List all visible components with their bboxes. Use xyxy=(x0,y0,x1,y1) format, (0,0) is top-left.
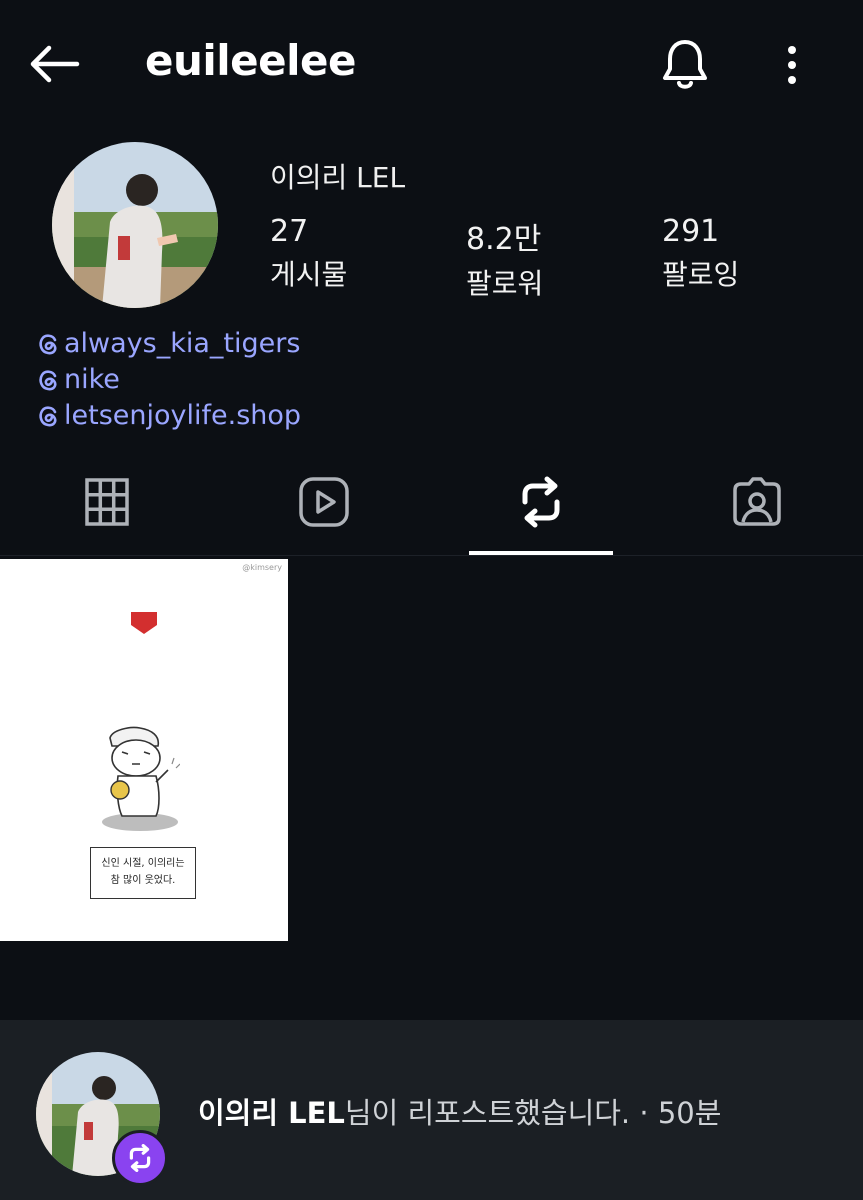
avatar-photo xyxy=(52,142,218,308)
repost-badge xyxy=(112,1130,168,1186)
grid-icon xyxy=(85,478,129,526)
bell-icon xyxy=(663,40,707,89)
tiger-mascot-illustration xyxy=(102,726,180,831)
threads-icon xyxy=(39,405,57,426)
tab-tagged[interactable] xyxy=(722,467,792,537)
bio-link-letsenjoylife-shop[interactable]: letsenjoylife.shop xyxy=(36,400,301,431)
stat-followers[interactable]: 8.2만 팔로워 xyxy=(466,214,543,302)
bio-link-text: always_kia_tigers xyxy=(64,328,301,359)
repost-action-text: 님이 리포스트했습니다. xyxy=(344,1096,631,1130)
following-count: 291 xyxy=(662,214,720,249)
bio-link-text: letsenjoylife.shop xyxy=(64,400,302,431)
tab-posts-grid[interactable] xyxy=(72,467,142,537)
home-plate-icon xyxy=(131,612,157,634)
bio-link-always-kia-tigers[interactable]: always_kia_tigers xyxy=(36,328,300,359)
repost-notice-text: 이의리 LEL님이 리포스트했습니다. · 50분 xyxy=(198,1090,721,1132)
tagged-icon xyxy=(733,477,781,526)
threads-icon xyxy=(39,333,57,354)
more-options-button[interactable] xyxy=(772,36,812,94)
active-tab-indicator xyxy=(469,551,613,555)
threads-icon xyxy=(39,369,57,390)
more-vertical-icon xyxy=(788,46,796,84)
post-caption-box: 신인 시절, 이의리는 참 많이 웃었다. xyxy=(90,847,196,899)
repost-icon xyxy=(129,1144,151,1172)
post-caption-line2: 참 많이 웃었다. xyxy=(110,875,176,886)
posts-label: 게시물 xyxy=(270,258,348,291)
followers-count: 8.2만 xyxy=(466,222,542,257)
posts-count: 27 xyxy=(270,214,309,249)
profile-username: euileelee xyxy=(145,36,357,85)
back-button[interactable] xyxy=(22,34,86,94)
post-caption-line1: 신인 시절, 이의리는 xyxy=(101,858,185,869)
stat-following[interactable]: 291 팔로잉 xyxy=(662,214,739,293)
bio-link-text: nike xyxy=(64,364,120,395)
post-watermark: @kimsery xyxy=(242,563,282,572)
following-label: 팔로잉 xyxy=(662,258,740,291)
notice-separator: · xyxy=(630,1096,658,1130)
reposted-post-thumbnail[interactable]: @kimsery 신인 시절, 이의리는 참 많이 웃었다. xyxy=(0,559,288,941)
repost-time: 50분 xyxy=(657,1096,722,1130)
followers-label: 팔로워 xyxy=(466,267,544,300)
profile-display-name: 이의리 LEL xyxy=(270,161,406,194)
stat-posts[interactable]: 27 게시물 xyxy=(270,214,347,293)
tab-reposts[interactable] xyxy=(506,467,576,537)
notification-button[interactable] xyxy=(655,36,715,94)
bio-link-nike[interactable]: nike xyxy=(36,364,120,395)
tab-reels[interactable] xyxy=(289,467,359,537)
reposter-name: 이의리 LEL xyxy=(198,1096,345,1130)
reels-icon xyxy=(299,477,349,527)
profile-avatar[interactable] xyxy=(52,142,218,308)
arrow-left-icon xyxy=(30,45,80,83)
repost-icon xyxy=(522,476,560,528)
tabs-divider xyxy=(0,555,863,556)
